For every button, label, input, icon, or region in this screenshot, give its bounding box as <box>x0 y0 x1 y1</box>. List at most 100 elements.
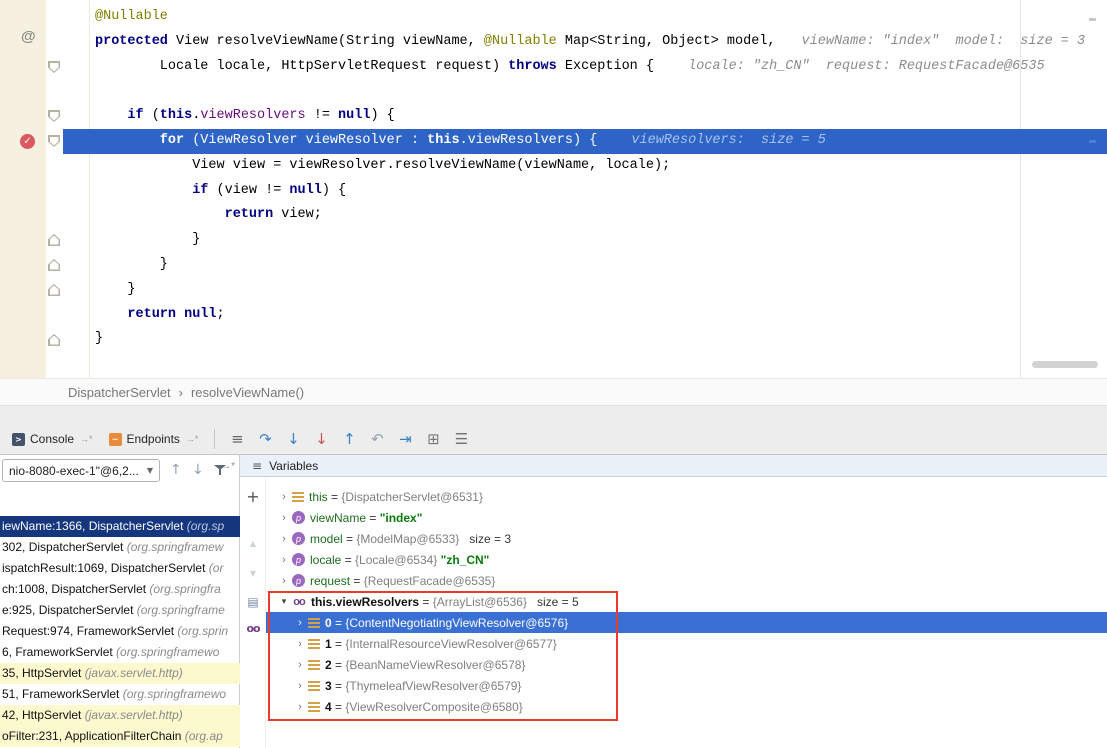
show-watches-icon[interactable]: oo <box>240 622 266 635</box>
step-into-icon[interactable]: ↓ <box>279 430 307 448</box>
variable-row[interactable]: ›this = {DispatcherServlet@6531} <box>266 486 1107 507</box>
code-lines[interactable]: @Nullableprotected View resolveViewName(… <box>0 5 1107 352</box>
parameter-icon: p <box>292 511 305 524</box>
chevron-right-icon[interactable]: › <box>276 491 292 503</box>
fold-end-icon[interactable] <box>48 234 60 246</box>
view-as-table-icon[interactable]: ⊞ <box>419 430 447 448</box>
step-out-icon[interactable]: ↑ <box>335 430 363 448</box>
restore-layout-icon[interactable]: ≡ <box>223 430 251 448</box>
tab-pin-icon[interactable]: →* <box>80 434 93 444</box>
variables-tree[interactable]: ›this = {DispatcherServlet@6531}›pviewNa… <box>266 477 1107 748</box>
annotation-gutter-icon: @ <box>21 28 36 45</box>
variable-row[interactable]: ›0 = {ContentNegotiatingViewResolver@657… <box>266 612 1107 633</box>
breakpoint-icon[interactable]: ✓ <box>20 134 35 149</box>
stack-frame-row[interactable]: 302, DispatcherServlet (org.springframew <box>0 537 240 558</box>
stack-frame-row[interactable]: 42, HttpServlet (javax.servlet.http) <box>0 705 240 726</box>
code-line: } <box>0 327 1107 352</box>
code-segment: view; <box>273 207 322 222</box>
previous-frame-icon[interactable]: ↑ <box>170 462 182 478</box>
stack-frame-row[interactable]: Request:974, FrameworkServlet (org.sprin <box>0 621 240 642</box>
code-segment: null <box>289 183 321 198</box>
run-to-cursor-icon[interactable]: ⇥ <box>391 430 419 448</box>
stack-frame-row[interactable]: 35, HttpServlet (javax.servlet.http) <box>0 663 240 684</box>
tab-endpoints[interactable]: ~ Endpoints →* <box>101 429 207 449</box>
add-watch-icon[interactable]: + <box>240 487 266 506</box>
thread-selector[interactable]: nio-8080-exec-1"@6,2... ▼ <box>2 459 160 482</box>
force-step-into-icon[interactable]: ↓ <box>307 430 335 448</box>
equals-sign: = <box>332 679 346 693</box>
fold-start-icon[interactable] <box>48 61 60 73</box>
fold-end-icon[interactable] <box>48 259 60 271</box>
error-stripe-mark[interactable] <box>1089 140 1096 143</box>
fold-end-icon[interactable] <box>48 334 60 346</box>
variable-row[interactable]: ›plocale = {Locale@6534} "zh_CN" <box>266 549 1107 570</box>
variable-value: {Locale@6534} <box>355 553 437 567</box>
layout-settings-icon[interactable]: ☰ <box>447 430 475 448</box>
step-over-icon[interactable]: ↷ <box>251 430 279 448</box>
scroll-down-icon[interactable]: ▼ <box>240 569 266 578</box>
stack-frame-row[interactable]: 6, FrameworkServlet (org.springframewo <box>0 642 240 663</box>
stack-frame-row[interactable]: e:925, DispatcherServlet (org.springfram… <box>0 600 240 621</box>
stack-frame-row[interactable]: 51, FrameworkServlet (org.springframewo <box>0 684 240 705</box>
chevron-right-icon[interactable]: › <box>292 680 308 692</box>
tab-console-label: Console <box>30 432 74 446</box>
value-icon <box>308 702 320 712</box>
frame-location: 35, HttpServlet <box>2 666 85 680</box>
next-frame-icon[interactable]: ↓ <box>192 462 204 478</box>
chevron-right-icon[interactable]: › <box>292 617 308 629</box>
chevron-right-icon[interactable]: › <box>292 701 308 713</box>
code-segment: @Nullable <box>95 9 168 24</box>
code-line <box>0 79 1107 104</box>
fold-start-icon[interactable] <box>48 135 60 147</box>
code-segment: return <box>127 307 184 322</box>
breadcrumb: DispatcherServlet › resolveViewName() <box>0 378 1107 406</box>
chevron-right-icon[interactable]: › <box>276 554 292 566</box>
code-segment: null <box>184 307 216 322</box>
variable-row[interactable]: ›pmodel = {ModelMap@6533}size = 3 <box>266 528 1107 549</box>
equals-sign: = <box>366 511 380 525</box>
chevron-right-icon[interactable]: › <box>276 512 292 524</box>
scroll-up-icon[interactable]: ▲ <box>240 539 266 548</box>
execution-line: for (ViewResolver viewResolver : this.vi… <box>0 129 1107 154</box>
variable-row[interactable]: ›2 = {BeanNameViewResolver@6578} <box>266 654 1107 675</box>
variable-row[interactable]: ›pviewName = "index" <box>266 507 1107 528</box>
fold-end-icon[interactable] <box>48 284 60 296</box>
chevron-down-icon[interactable]: ▾ <box>276 597 292 607</box>
code-segment: if <box>127 108 143 123</box>
chevron-right-icon[interactable]: › <box>276 533 292 545</box>
drop-frame-icon[interactable]: ↶ <box>363 430 391 448</box>
view-options-icon[interactable]: ▤ <box>240 595 266 609</box>
code-line: if (this.viewResolvers != null) { <box>0 104 1107 129</box>
hide-panel-icon[interactable]: →* <box>221 461 235 472</box>
code-segment: null <box>338 108 370 123</box>
stack-frame-row[interactable]: ispatchResult:1069, DispatcherServlet (o… <box>0 558 240 579</box>
code-segment: Locale locale, HttpServletRequest reques… <box>160 59 508 74</box>
variable-name: this.viewResolvers <box>311 595 419 609</box>
frame-location: e:925, DispatcherServlet <box>2 603 137 617</box>
horizontal-scrollbar[interactable] <box>1032 361 1098 368</box>
chevron-right-icon[interactable]: › <box>292 659 308 671</box>
variable-value: {ModelMap@6533} <box>356 532 459 546</box>
variable-row[interactable]: ▾oothis.viewResolvers = {ArrayList@6536}… <box>266 591 1107 612</box>
chevron-right-icon[interactable]: › <box>292 638 308 650</box>
chevron-right-icon[interactable]: › <box>276 575 292 587</box>
stack-frame-row[interactable]: oFilter:231, ApplicationFilterChain (org… <box>0 726 240 747</box>
tab-pin-icon[interactable]: →* <box>186 434 199 444</box>
tab-console[interactable]: > Console →* <box>4 429 101 449</box>
debug-toolbar: > Console →* ~ Endpoints →* ≡↷↓↓↑↶⇥⊞☰ <box>0 406 1107 455</box>
breadcrumb-method[interactable]: resolveViewName() <box>191 385 304 400</box>
variable-value: {ViewResolverComposite@6580} <box>345 700 522 714</box>
stack-frame-row[interactable]: ch:1008, DispatcherServlet (org.springfr… <box>0 579 240 600</box>
code-segment: ) { <box>370 108 394 123</box>
fold-start-icon[interactable] <box>48 110 60 122</box>
variable-row[interactable]: ›prequest = {RequestFacade@6535} <box>266 570 1107 591</box>
variable-row[interactable]: ›3 = {ThymeleafViewResolver@6579} <box>266 675 1107 696</box>
variable-row[interactable]: ›1 = {InternalResourceViewResolver@6577} <box>266 633 1107 654</box>
frame-package: (org.springframewo <box>123 687 226 701</box>
variable-row[interactable]: ›4 = {ViewResolverComposite@6580} <box>266 696 1107 717</box>
stack-frame-row[interactable]: iewName:1366, DispatcherServlet (org.sp <box>0 516 240 537</box>
code-segment: } <box>192 232 200 247</box>
breadcrumb-class[interactable]: DispatcherServlet <box>68 385 171 400</box>
error-stripe-mark[interactable] <box>1089 18 1096 21</box>
code-editor[interactable]: @Nullableprotected View resolveViewName(… <box>0 0 1107 378</box>
